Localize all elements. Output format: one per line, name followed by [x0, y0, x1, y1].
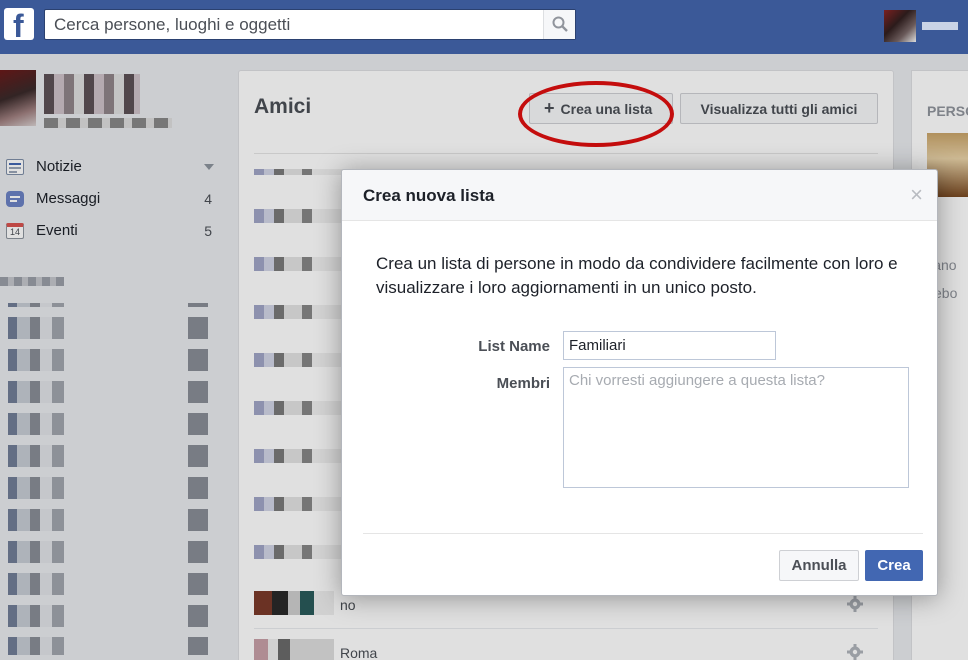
- calendar-icon-day: 14: [9, 227, 20, 237]
- top-bar: f: [0, 0, 968, 54]
- dialog-header: Crea nuova lista ×: [342, 170, 937, 221]
- profile-avatar-blurred[interactable]: [0, 70, 36, 126]
- profile-link-blurred[interactable]: [44, 118, 172, 128]
- cancel-button[interactable]: Annulla: [779, 550, 859, 581]
- friend-name-partial: no: [340, 597, 356, 613]
- sidebar-item-messages[interactable]: Messaggi 4: [6, 189, 216, 209]
- list-name-label: List Name: [478, 338, 550, 355]
- right-column-title: PERSO: [927, 103, 968, 119]
- create-list-button[interactable]: + Crea una lista: [529, 93, 673, 124]
- friend-list-blurred[interactable]: [254, 169, 344, 569]
- friend-avatar-blurred[interactable]: [254, 591, 334, 615]
- search-button[interactable]: [543, 10, 575, 39]
- dialog-divider: [363, 533, 923, 534]
- search-box: [44, 9, 576, 40]
- sidebar-section-heading-blurred: [0, 277, 64, 286]
- sidebar-item-label: Eventi: [36, 222, 78, 239]
- close-icon[interactable]: ×: [910, 183, 923, 207]
- chevron-down-icon[interactable]: [204, 164, 214, 170]
- facebook-logo[interactable]: f: [4, 8, 34, 40]
- calendar-icon: 14: [6, 223, 24, 239]
- sidebar-item-news[interactable]: Notizie: [6, 157, 216, 177]
- news-icon: [6, 159, 24, 175]
- sidebar-item-label: Notizie: [36, 158, 82, 175]
- search-icon: [552, 16, 568, 32]
- page-title: Amici: [254, 95, 312, 118]
- user-name-blurred[interactable]: [922, 22, 958, 30]
- messages-icon: [6, 191, 24, 207]
- gear-icon[interactable]: [846, 595, 864, 613]
- create-button[interactable]: Crea: [865, 550, 923, 581]
- sidebar-item-label: Messaggi: [36, 190, 101, 207]
- friend-location-partial: Roma: [340, 645, 378, 660]
- create-list-label: Crea una lista: [560, 101, 653, 117]
- plus-icon: +: [544, 98, 555, 118]
- sidebar-item-count: 4: [204, 191, 212, 207]
- profile-name-blurred[interactable]: [44, 74, 140, 114]
- create-list-dialog: Crea nuova lista × Crea un lista di pers…: [341, 169, 938, 596]
- gear-icon[interactable]: [846, 643, 864, 660]
- members-label: Membri: [496, 375, 550, 392]
- dialog-title: Crea nuova lista: [363, 186, 495, 205]
- list-name-input[interactable]: [563, 331, 776, 360]
- sidebar-item-count: 5: [204, 223, 212, 239]
- sidebar-list-blurred[interactable]: [8, 303, 214, 655]
- search-input[interactable]: [45, 10, 535, 39]
- facebook-logo-letter: f: [13, 8, 24, 40]
- dialog-description: Crea un lista di persone in modo da cond…: [376, 254, 898, 297]
- members-input[interactable]: [563, 367, 909, 488]
- view-all-friends-button[interactable]: Visualizza tutti gli amici: [680, 93, 878, 124]
- friend-avatar-blurred[interactable]: [254, 639, 334, 660]
- sidebar-item-events[interactable]: 14 Eventi 5: [6, 221, 216, 241]
- panel-divider: [254, 153, 878, 154]
- user-avatar[interactable]: [884, 10, 916, 42]
- friend-row[interactable]: Roma: [254, 631, 878, 660]
